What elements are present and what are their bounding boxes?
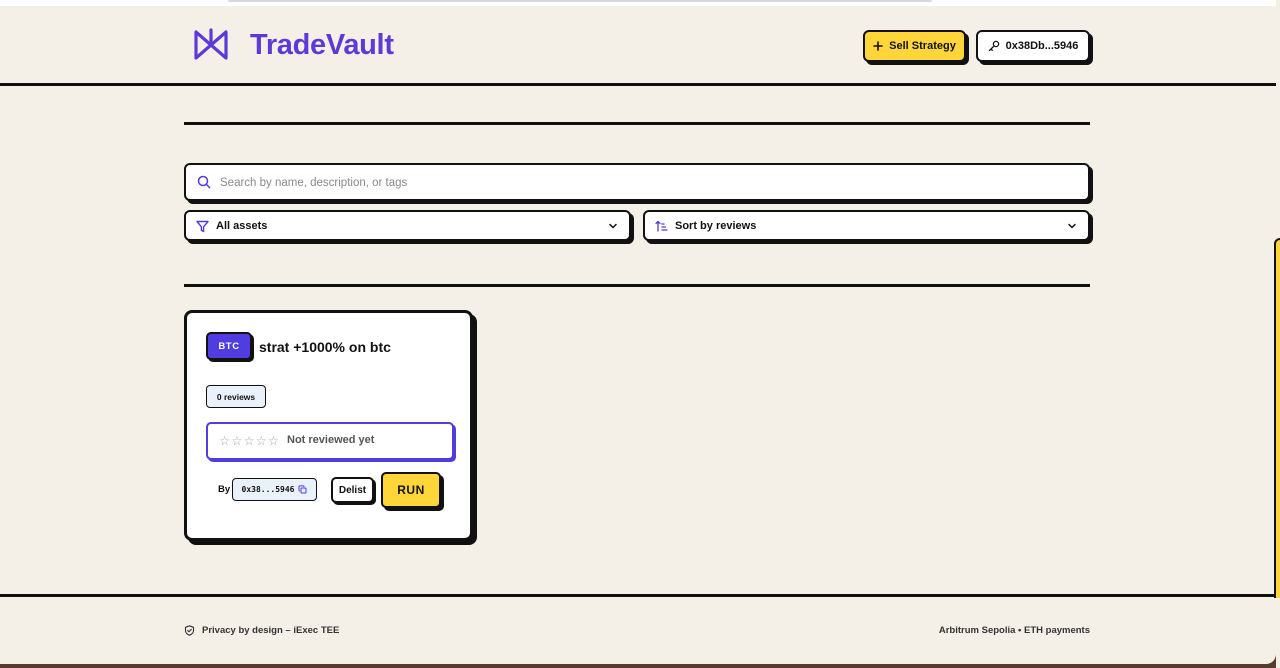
sort-ascending-icon	[655, 220, 668, 232]
page: TradeVault Sell Strategy 0x38Db...5946 A…	[0, 0, 1276, 664]
asset-filter-select[interactable]: All assets	[184, 210, 631, 241]
chevron-down-icon	[1068, 223, 1076, 229]
search-icon	[197, 175, 211, 189]
brand-name[interactable]: TradeVault	[250, 29, 394, 62]
by-label: By	[218, 484, 231, 495]
rating-box: ☆ ☆ ☆ ☆ ☆ Not reviewed yet	[206, 422, 454, 460]
star-icon: ☆	[243, 434, 255, 448]
star-icon: ☆	[267, 434, 280, 448]
owner-address-chip[interactable]: 0x38...5946	[232, 478, 317, 501]
sell-strategy-label: Sell Strategy	[889, 40, 956, 52]
footer-divider	[0, 594, 1276, 597]
wallet-button[interactable]: 0x38Db...5946	[976, 30, 1090, 62]
footer-privacy-text: Privacy by design – iExec TEE	[202, 625, 340, 636]
plus-icon	[873, 41, 883, 51]
search-bar[interactable]	[184, 163, 1090, 201]
footer-privacy: Privacy by design – iExec TEE	[184, 625, 339, 636]
owner-address: 0x38...5946	[241, 485, 295, 494]
delist-button[interactable]: Delist	[331, 477, 374, 503]
sort-select[interactable]: Sort by reviews	[643, 210, 1090, 241]
run-button[interactable]: RUN	[381, 472, 441, 508]
key-icon	[988, 40, 999, 52]
bowtie-logo-icon[interactable]	[193, 26, 229, 64]
strategy-title[interactable]: strat +1000% on btc	[259, 339, 391, 355]
side-panel-edge	[1274, 238, 1280, 598]
asset-filter-value: All assets	[216, 220, 268, 232]
sort-value: Sort by reviews	[675, 220, 757, 232]
shield-check-icon	[184, 625, 195, 636]
filter-icon	[196, 220, 209, 233]
divider-middle	[184, 284, 1090, 287]
star-icon: ☆	[255, 434, 267, 448]
reviews-count-badge: 0 reviews	[206, 385, 266, 408]
star-icon: ☆	[231, 434, 243, 448]
rating-status-text: Not reviewed yet	[287, 434, 375, 446]
header: TradeVault Sell Strategy 0x38Db...5946	[0, 6, 1276, 86]
asset-badge: BTC	[206, 332, 252, 360]
copy-icon[interactable]	[298, 485, 307, 494]
sell-strategy-button[interactable]: Sell Strategy	[863, 30, 966, 62]
top-scrollbar	[228, 0, 932, 2]
search-input[interactable]	[220, 171, 1060, 195]
star-rating: ☆ ☆ ☆ ☆ ☆	[219, 434, 279, 448]
star-icon: ☆	[219, 434, 231, 448]
strategy-card[interactable]: BTC strat +1000% on btc 0 reviews ☆ ☆ ☆ ☆ ☆ …	[184, 310, 473, 541]
footer-network-text: Arbitrum Sepolia • ETH payments	[938, 625, 1090, 636]
divider-top	[184, 122, 1090, 125]
chevron-down-icon	[609, 223, 617, 229]
wallet-address: 0x38Db...5946	[1005, 40, 1079, 52]
